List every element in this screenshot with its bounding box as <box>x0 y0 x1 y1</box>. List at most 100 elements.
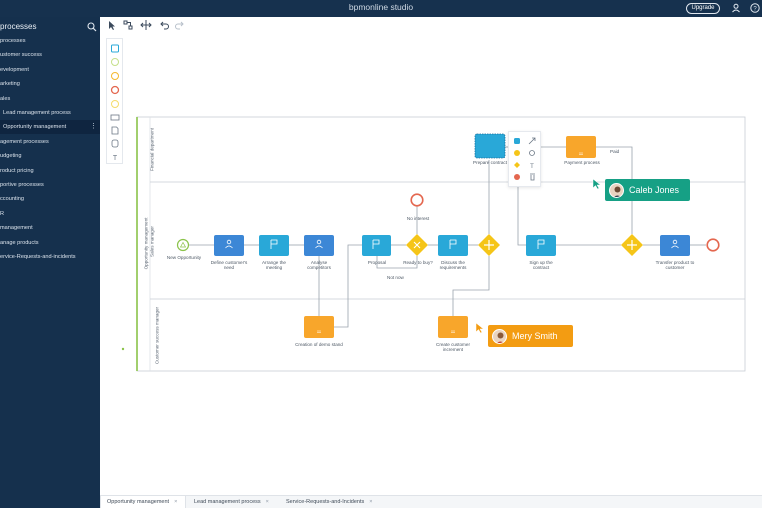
tab-label: Lead management process <box>194 499 261 505</box>
sidebar-item[interactable]: ales <box>0 92 100 106</box>
sidebar-title: processes <box>0 22 37 31</box>
app-title: bpmonline studio <box>348 2 414 12</box>
help-icon[interactable]: ? <box>750 3 760 13</box>
sidebar: processes processes ustomer success evelop… <box>0 17 100 508</box>
tab-label: Opportunity management <box>107 499 170 505</box>
arrange-meeting-task <box>259 235 289 256</box>
demo-stand-subprocess <box>304 316 334 338</box>
sidebar-item-label: udgeting <box>0 153 22 160</box>
label-arrange-meeting: Arrange the meeting <box>261 260 286 270</box>
fit-icon[interactable] <box>140 19 152 31</box>
sidebar-item-label: portive processes <box>0 182 44 188</box>
sidebar-item[interactable]: processes <box>0 34 100 48</box>
sidebar-item-label: roduct pricing <box>0 167 34 174</box>
sidebar-item-label: ervice-Requests-and-incidents <box>0 254 76 260</box>
sidebar-item[interactable]: ervice-Requests-and-incidents <box>0 250 100 264</box>
redo-icon[interactable] <box>174 19 186 31</box>
create-increment-subprocess <box>438 316 468 338</box>
sidebar-item[interactable]: portive processes <box>0 178 100 192</box>
transfer-product-task <box>660 235 690 256</box>
sidebar-item[interactable]: ustomer success <box>0 48 100 62</box>
sidebar-item-label: ales <box>0 95 11 102</box>
sidebar-item[interactable]: arketing <box>0 77 100 91</box>
label-no-interest: No interest <box>406 216 430 221</box>
sidebar-item-label: processes <box>0 38 26 44</box>
sidebar-item-label: R <box>0 210 5 217</box>
tab-service-requests[interactable]: Service-Requests-and-Incidents × <box>280 496 384 508</box>
caleb-cursor-icon <box>592 177 602 190</box>
define-needs-task <box>214 235 244 256</box>
pool-label: Opportunity management <box>143 217 149 270</box>
ctx-text-icon: T <box>530 164 534 170</box>
label-prepare-contract: Prepare contract <box>473 160 507 165</box>
close-icon[interactable]: × <box>266 499 269 505</box>
prepare-contract-task <box>474 133 506 159</box>
pointer-icon[interactable] <box>106 19 118 31</box>
start-event <box>176 238 190 252</box>
sidebar-item[interactable]: Opportunity management ⋮ <box>0 120 100 135</box>
no-interest-end-event <box>410 193 424 207</box>
close-icon[interactable]: × <box>369 499 372 505</box>
label-paid: Paid <box>610 149 620 154</box>
collaborator-tag-caleb: Caleb Jones <box>605 179 690 201</box>
sidebar-item[interactable]: R <box>0 207 100 221</box>
mery-cursor-icon <box>475 321 485 334</box>
pool-handle <box>121 347 125 351</box>
sidebar-item-label: Lead management process <box>3 110 71 116</box>
lane-label-sales: Sales manager <box>149 226 155 257</box>
tab-opportunity-management[interactable]: Opportunity management × <box>100 496 186 508</box>
ctx-task-icon <box>514 138 520 144</box>
label-transfer-product: Transfer product to customer <box>655 260 695 270</box>
label-not-now: Not now <box>387 275 404 280</box>
sidebar-item-label: anage products <box>0 239 39 246</box>
ctx-connect-icon <box>528 137 536 145</box>
connector-icon[interactable] <box>122 19 134 31</box>
sidebar-item[interactable]: evelopment <box>0 63 100 77</box>
sidebar-item[interactable]: Lead management process <box>0 106 100 120</box>
analyse-competitors-task <box>304 235 334 256</box>
ctx-delete-icon <box>530 173 535 181</box>
mery-avatar <box>492 328 507 344</box>
sidebar-item[interactable]: udgeting <box>0 149 100 163</box>
tab-lead-management[interactable]: Lead management process × <box>188 496 278 508</box>
label-new-opportunity: New Opportunity <box>166 255 202 260</box>
collaborator-name: Caleb Jones <box>629 185 680 195</box>
search-icon[interactable] <box>86 20 98 32</box>
sidebar-item[interactable]: ccounting <box>0 192 100 206</box>
sidebar-item-label: ustomer success <box>0 52 42 59</box>
sidebar-item-label: arketing <box>0 81 20 88</box>
lane-label-financial: Financial department <box>149 128 155 171</box>
top-bar: bpmonline studio Upgrade ? <box>0 0 762 17</box>
close-icon[interactable]: × <box>174 499 177 505</box>
user-icon[interactable] <box>731 3 741 13</box>
ctx-end-icon <box>514 174 520 180</box>
collaborator-tag-mery: Mery Smith <box>488 325 573 347</box>
collaborator-name: Mery Smith <box>512 331 558 341</box>
sidebar-item[interactable]: roduct pricing <box>0 164 100 178</box>
sidebar-header: processes <box>0 20 100 34</box>
tab-label: Service-Requests-and-Incidents <box>286 499 365 505</box>
label-create-increment: Create customer increment <box>436 342 470 352</box>
sidebar-item[interactable]: agement processes <box>0 135 100 149</box>
sidebar-item-label: management <box>0 225 33 232</box>
sign-contract-task <box>526 235 556 256</box>
discuss-requirements-task <box>438 235 468 256</box>
sidebar-item[interactable]: management <box>0 221 100 235</box>
sidebar-item-label: ccounting <box>0 196 24 203</box>
ctx-settings-icon <box>529 150 535 156</box>
label-define-needs: Define customer's need <box>210 260 248 270</box>
label-sign-contract: Sign up the contract <box>529 260 553 270</box>
process-end-event <box>706 238 720 252</box>
sidebar-item[interactable]: anage products <box>0 236 100 250</box>
label-demo-stand: Creation of demo stand <box>295 342 343 347</box>
element-context-menu: T <box>508 131 541 187</box>
ctx-gateway-icon <box>514 162 520 168</box>
process-tabs: Opportunity management × Lead management … <box>100 495 762 508</box>
undo-icon[interactable] <box>158 19 170 31</box>
more-icon[interactable]: ⋮ <box>90 120 97 134</box>
upgrade-button[interactable]: Upgrade <box>686 3 720 14</box>
proposal-task <box>362 235 391 256</box>
label-proposal: Proposal <box>367 260 387 265</box>
sidebar-item-label: evelopment <box>0 66 29 73</box>
caleb-avatar <box>609 182 624 198</box>
